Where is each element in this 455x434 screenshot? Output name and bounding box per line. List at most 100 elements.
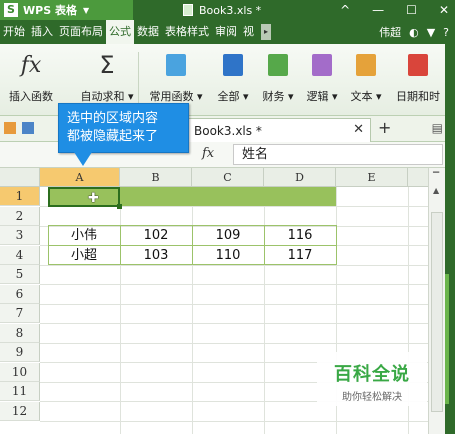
fill-handle[interactable] xyxy=(117,204,122,209)
formula-fx-icon[interactable]: fx xyxy=(202,146,214,161)
help-icon[interactable]: ? xyxy=(443,26,449,39)
tooltip-pointer xyxy=(74,152,92,166)
row-header[interactable]: 4 xyxy=(0,245,40,265)
row-header[interactable]: 3 xyxy=(0,226,40,245)
document-tab[interactable]: Book3.xls * ✕ xyxy=(187,118,371,142)
watermark-subtitle: 助你轻松解决 xyxy=(342,392,402,403)
close-icon[interactable]: ✕ xyxy=(439,3,449,17)
finance-button[interactable]: 财务 ▾ xyxy=(258,50,298,104)
cross-cursor-icon: ✚ xyxy=(88,191,99,206)
logic-book-icon xyxy=(312,54,332,76)
row-header[interactable]: 7 xyxy=(0,304,40,323)
tooltip-line-1: 选中的区域内容 xyxy=(67,111,159,126)
logic-button[interactable]: 逻辑 ▾ xyxy=(302,50,342,104)
row-header[interactable]: 1 xyxy=(0,187,40,206)
row-header[interactable]: 2 xyxy=(0,206,40,226)
column-header-b[interactable]: B xyxy=(120,168,192,187)
cell-c3[interactable]: 109 xyxy=(192,226,264,245)
date-time-button[interactable]: 日期和时 xyxy=(392,50,444,104)
menu-tab-view[interactable]: 视 xyxy=(240,20,257,44)
maximize-icon[interactable]: ☐ xyxy=(406,3,417,17)
insert-function-button[interactable]: fx 插入函数 xyxy=(2,50,60,104)
vertical-scrollbar[interactable]: ▔ ▲ xyxy=(428,168,445,434)
menu-tab-page-layout[interactable]: 页面布局 xyxy=(56,20,106,44)
gridline xyxy=(40,284,428,285)
minimize-icon[interactable]: — xyxy=(372,3,384,17)
autosum-label: 自动求和 xyxy=(80,90,125,103)
menu-tab-review[interactable]: 审阅 xyxy=(212,20,240,44)
text-button[interactable]: 文本 ▾ xyxy=(346,50,386,104)
text-book-icon xyxy=(356,54,376,76)
column-header-f[interactable] xyxy=(408,168,428,187)
caret-down-icon: ▼ xyxy=(82,5,90,15)
gridline xyxy=(40,323,428,324)
cell-b3[interactable]: 102 xyxy=(120,226,192,245)
user-name[interactable]: 伟超 xyxy=(379,24,401,40)
select-all-corner[interactable] xyxy=(0,168,40,187)
formula-input[interactable]: 姓名 xyxy=(233,144,443,165)
finance-book-icon xyxy=(268,54,288,76)
side-panel-edge xyxy=(445,44,455,434)
selected-cell-a1[interactable] xyxy=(48,187,120,207)
menu-tab-formulas[interactable]: 公式 xyxy=(106,20,134,44)
row-header[interactable]: 12 xyxy=(0,401,40,421)
row-header[interactable]: 8 xyxy=(0,323,40,343)
watermark: 百科全说 助你轻松解决 xyxy=(317,352,427,406)
gridline xyxy=(40,303,428,305)
row-header[interactable]: 6 xyxy=(0,284,40,304)
gridline xyxy=(40,342,428,344)
scroll-up-icon[interactable]: ▲ xyxy=(433,186,439,195)
table-border xyxy=(336,225,337,265)
cell-a3[interactable]: 小伟 xyxy=(48,226,120,245)
collapse-ribbon-icon[interactable]: ^ xyxy=(340,3,350,17)
title-bar: S WPS 表格 ▼ Book3.xls * ^ — ☐ ✕ xyxy=(0,0,455,20)
side-panel-indicator xyxy=(445,274,449,404)
watermark-title: 百科全说 xyxy=(334,364,410,385)
gridline xyxy=(40,420,428,422)
text-label: 文本 xyxy=(350,90,373,103)
common-functions-label: 常用函数 xyxy=(149,90,194,103)
row-header[interactable]: 5 xyxy=(0,265,40,284)
menu-more-icon[interactable]: ▸ xyxy=(261,24,271,40)
date-time-label: 日期和时 xyxy=(396,90,440,103)
ribbon-separator xyxy=(138,52,139,108)
clock-book-icon xyxy=(408,54,428,76)
save-icon[interactable] xyxy=(22,122,34,134)
row-header[interactable]: 9 xyxy=(0,343,40,362)
column-header-d[interactable]: D xyxy=(264,168,336,187)
column-header-a[interactable]: A xyxy=(40,168,120,187)
document-tab-label: Book3.xls * xyxy=(194,123,262,138)
tooltip-line-2: 都被隐藏起来了 xyxy=(67,129,159,144)
open-folder-icon[interactable] xyxy=(4,122,16,134)
app-menu-button[interactable]: S WPS 表格 ▼ xyxy=(0,0,133,20)
skin-icon[interactable]: ◐ xyxy=(409,26,419,39)
logic-label: 逻辑 xyxy=(306,90,329,103)
menu-tab-table-style[interactable]: 表格样式 xyxy=(162,20,212,44)
menu-tab-data[interactable]: 数据 xyxy=(134,20,162,44)
tab-list-icon[interactable]: ▤ xyxy=(432,121,443,135)
column-header-c[interactable]: C xyxy=(192,168,264,187)
finance-label: 财务 xyxy=(262,90,285,103)
row-header[interactable]: 11 xyxy=(0,382,40,401)
wps-logo-icon: S xyxy=(4,3,18,17)
menu-tab-insert[interactable]: 插入 xyxy=(28,20,56,44)
shirt-icon[interactable]: ▼ xyxy=(427,26,435,39)
cell-d4[interactable]: 117 xyxy=(264,246,336,265)
cell-a4[interactable]: 小超 xyxy=(48,246,120,265)
scrollbar-thumb[interactable] xyxy=(431,212,443,412)
menu-bar: 开始 插入 页面布局 公式 数据 表格样式 审阅 视 ▸ 伟超 ◐ ▼ ? xyxy=(0,20,455,44)
column-header-e[interactable]: E xyxy=(336,168,408,187)
menu-tab-home[interactable]: 开始 xyxy=(0,20,28,44)
all-book-icon xyxy=(223,54,243,76)
cell-d3[interactable]: 116 xyxy=(264,226,336,245)
close-tab-icon[interactable]: ✕ xyxy=(353,122,364,137)
new-tab-icon[interactable]: + xyxy=(378,118,391,137)
scroll-top-icon[interactable]: ▔ xyxy=(433,172,439,181)
all-functions-button[interactable]: 全部 ▾ xyxy=(214,50,252,104)
autosum-button[interactable]: Σ 自动求和 ▾ xyxy=(78,50,136,104)
common-functions-button[interactable]: 常用函数 ▾ xyxy=(146,50,206,104)
row-header[interactable]: 10 xyxy=(0,362,40,382)
cell-c4[interactable]: 110 xyxy=(192,246,264,265)
cell-b4[interactable]: 103 xyxy=(120,246,192,265)
document-icon xyxy=(183,4,193,16)
